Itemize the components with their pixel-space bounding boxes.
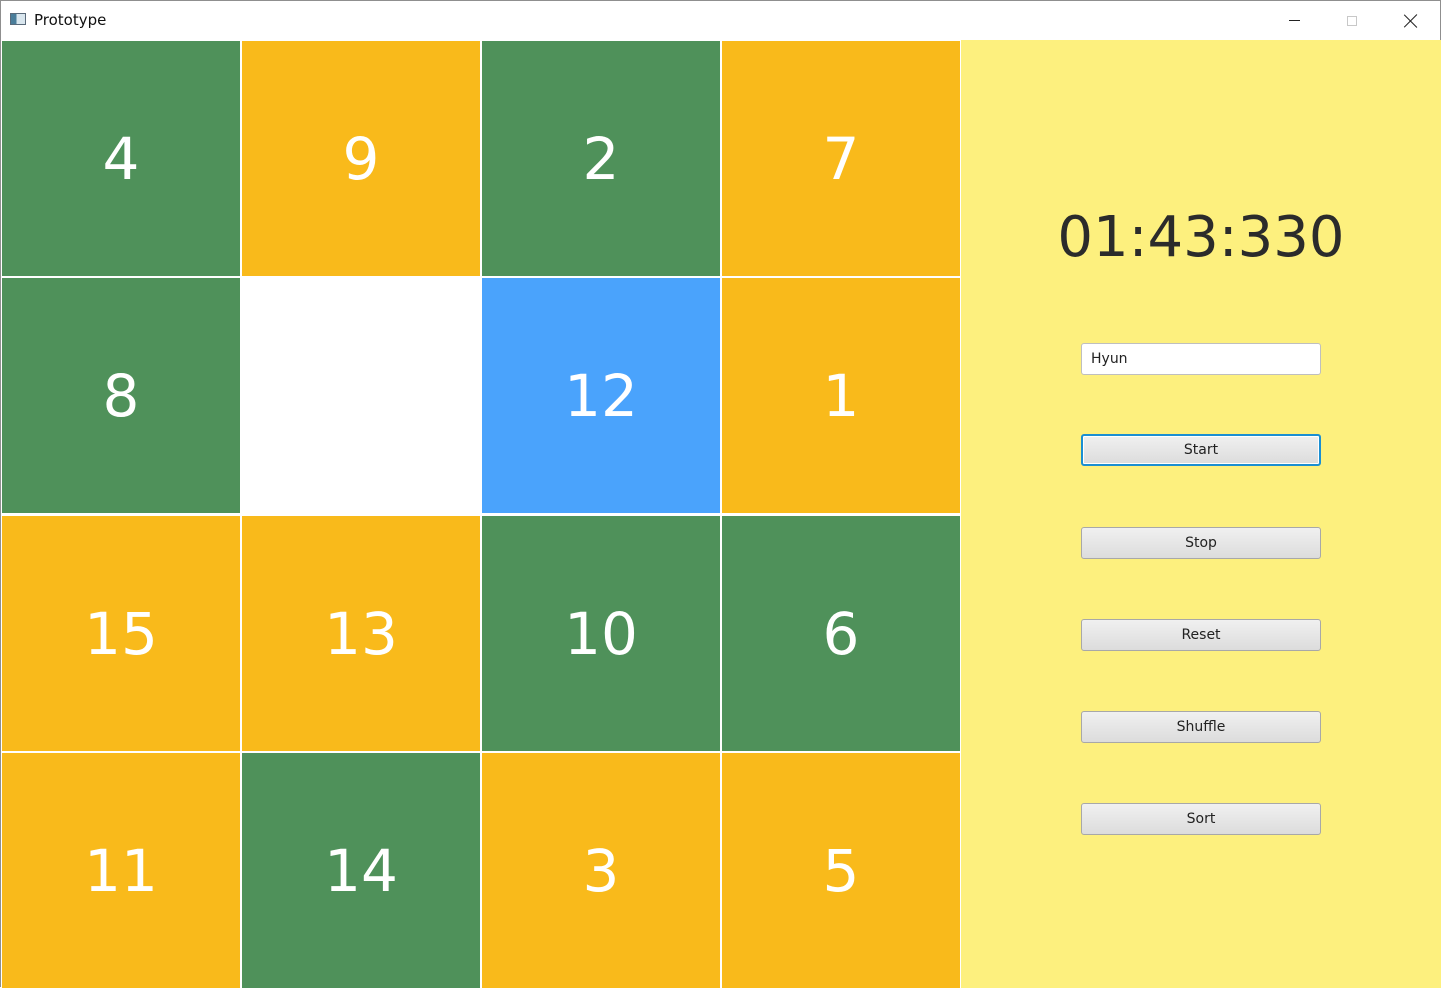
puzzle-tile[interactable]: 12	[482, 278, 720, 513]
puzzle-tile[interactable]: 15	[2, 516, 240, 751]
puzzle-tile[interactable]: 7	[722, 41, 960, 276]
app-window: Prototype 4 9 2 7 8 12 1 15 13 10 6 11 14 3 5 01:43:33…	[0, 0, 1441, 988]
app-window-icon	[10, 13, 26, 25]
puzzle-tile[interactable]: 14	[242, 753, 480, 988]
puzzle-tile[interactable]: 2	[482, 41, 720, 276]
title-bar[interactable]: Prototype	[1, 1, 1440, 40]
minimize-icon	[1288, 20, 1300, 21]
puzzle-tile[interactable]: 13	[242, 516, 480, 751]
puzzle-tile[interactable]: 8	[2, 278, 240, 513]
reset-button[interactable]: Reset	[1081, 619, 1321, 651]
start-button[interactable]: Start	[1081, 434, 1321, 466]
puzzle-board: 4 9 2 7 8 12 1 15 13 10 6 11 14 3 5	[1, 40, 961, 988]
player-name-input[interactable]	[1081, 343, 1321, 375]
close-button[interactable]	[1382, 1, 1440, 40]
puzzle-tile[interactable]: 10	[482, 516, 720, 751]
puzzle-tile[interactable]: 6	[722, 516, 960, 751]
stop-button[interactable]: Stop	[1081, 527, 1321, 559]
close-icon	[1404, 14, 1418, 28]
puzzle-tile[interactable]: 4	[2, 41, 240, 276]
minimize-button[interactable]	[1265, 1, 1323, 40]
timer-display: 01:43:330	[1057, 205, 1345, 270]
puzzle-tile[interactable]: 11	[2, 753, 240, 988]
puzzle-tile[interactable]: 3	[482, 753, 720, 988]
shuffle-button[interactable]: Shuffle	[1081, 711, 1321, 743]
empty-tile[interactable]	[242, 278, 480, 513]
puzzle-tile[interactable]: 1	[722, 278, 960, 513]
window-title: Prototype	[34, 11, 107, 29]
maximize-icon	[1347, 15, 1357, 26]
puzzle-tile[interactable]: 5	[722, 753, 960, 988]
sort-button[interactable]: Sort	[1081, 803, 1321, 835]
maximize-button[interactable]	[1323, 1, 1381, 40]
control-panel: 01:43:330 Start Stop Reset Shuffle Sort	[961, 40, 1441, 988]
puzzle-tile[interactable]: 9	[242, 41, 480, 276]
